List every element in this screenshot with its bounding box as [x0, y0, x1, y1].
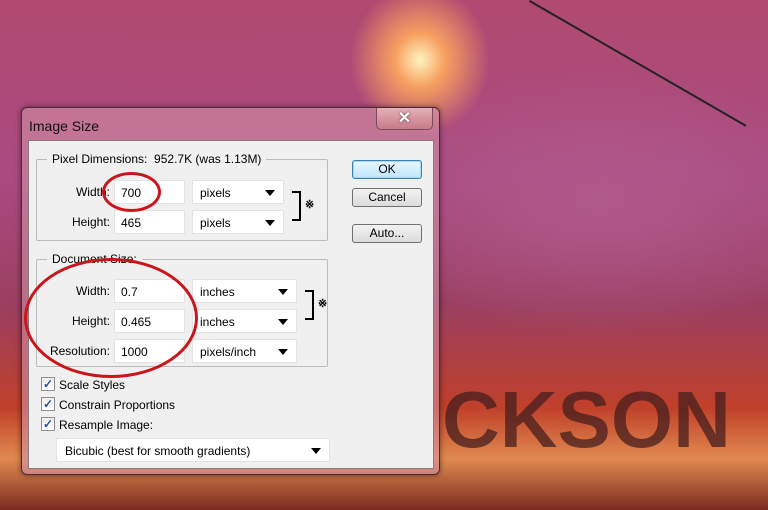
scale-styles-label: Scale Styles [59, 378, 126, 392]
background-cable [529, 0, 747, 127]
pixel-dimensions-group: Pixel Dimensions: 952.7K (was 1.13M) Wid… [36, 152, 328, 241]
constrain-proportions-checkbox[interactable]: ✓ [41, 397, 55, 411]
pixel-width-unit-select[interactable]: pixels [192, 180, 284, 204]
chevron-down-icon [278, 349, 288, 355]
background-title-text: CKSON [442, 375, 731, 464]
chevron-down-icon [278, 319, 288, 325]
ok-button[interactable]: OK [352, 160, 422, 179]
chain-link-icon: ※ [318, 298, 328, 310]
chevron-down-icon [311, 448, 321, 454]
resample-image-checkbox[interactable]: ✓ [41, 417, 55, 431]
pixel-height-input[interactable]: 465 [114, 210, 185, 234]
constrain-bracket [292, 191, 301, 221]
constrain-proportions-label: Constrain Proportions [59, 398, 176, 412]
close-button[interactable]: ✕ [376, 108, 433, 130]
doc-height-unit-select[interactable]: inches [192, 309, 297, 333]
chevron-down-icon [265, 220, 275, 226]
resample-method-select[interactable]: Bicubic (best for smooth gradients) [56, 438, 330, 462]
chevron-down-icon [278, 289, 288, 295]
cancel-button[interactable]: Cancel [352, 188, 422, 207]
constrain-bracket [305, 290, 314, 320]
dialog-title: Image Size [29, 118, 100, 134]
scale-styles-checkbox[interactable]: ✓ [41, 377, 55, 391]
pixel-dimensions-legend: Pixel Dimensions: 952.7K (was 1.13M) [47, 152, 267, 166]
annotation-circle-small [102, 172, 161, 212]
resolution-unit-select[interactable]: pixels/inch [192, 339, 297, 363]
pixel-size-value: 952.7K (was 1.13M) [154, 152, 262, 166]
chain-link-icon: ※ [305, 199, 315, 211]
auto-button[interactable]: Auto... [352, 224, 422, 243]
chevron-down-icon [265, 190, 275, 196]
resample-image-label: Resample Image: [59, 418, 154, 432]
annotation-circle-large [24, 258, 198, 378]
pixel-height-unit-select[interactable]: pixels [192, 210, 284, 234]
pixel-width-label: Width: [75, 185, 110, 199]
pixel-height-label: Height: [71, 215, 110, 229]
doc-width-unit-select[interactable]: inches [192, 279, 297, 303]
